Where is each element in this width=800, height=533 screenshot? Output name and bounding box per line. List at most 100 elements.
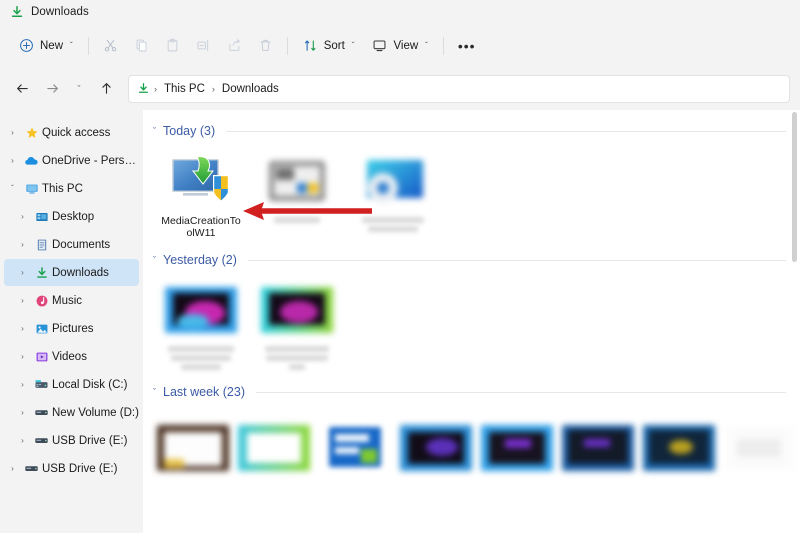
sidebar-item-quick-access[interactable]: › Quick access: [4, 119, 139, 146]
breadcrumb[interactable]: › This PC › Downloads: [128, 74, 790, 103]
sort-button-label: Sort: [323, 39, 345, 52]
more-options-button[interactable]: •••: [450, 31, 484, 60]
sidebar-item-music[interactable]: › Music: [4, 287, 139, 314]
breadcrumb-this-pc[interactable]: This PC: [161, 82, 208, 96]
expand-chevron-icon[interactable]: ›: [14, 352, 31, 361]
chevron-down-icon[interactable]: ˇ: [153, 387, 156, 397]
delete-button[interactable]: [250, 31, 281, 60]
arrow-right-icon: [46, 84, 58, 93]
collapse-chevron-icon[interactable]: ˇ: [4, 184, 21, 193]
file-tile-blurred-1[interactable]: [249, 144, 345, 239]
toolbar-divider-3: [442, 36, 444, 55]
vertical-scrollbar[interactable]: [789, 110, 800, 533]
file-tile-blurred-12[interactable]: [719, 411, 800, 484]
sidebar-item-usb-drive-e-root[interactable]: › USB Drive (E:): [4, 455, 139, 482]
breadcrumb-downloads[interactable]: Downloads: [219, 82, 282, 96]
view-button[interactable]: View ˇ: [363, 31, 436, 60]
blurred-thumbnail-brown: [155, 417, 231, 479]
sidebar-item-pictures[interactable]: › Pictures: [4, 315, 139, 342]
blurred-thumbnail-navy-yellow: [641, 417, 717, 479]
media-creation-tool-icon: [163, 150, 239, 212]
file-tile-label-blurred: [355, 217, 431, 232]
expand-chevron-icon[interactable]: ›: [14, 324, 31, 333]
rename-button[interactable]: [188, 31, 219, 60]
sidebar-item-videos[interactable]: › Videos: [4, 343, 139, 370]
arrow-left-icon: [16, 84, 28, 93]
sidebar-item-downloads[interactable]: › Downloads: [4, 259, 139, 286]
blurred-thumbnail-green-video: [259, 279, 335, 341]
expand-chevron-icon[interactable]: ›: [14, 436, 31, 445]
sidebar-item-label: Local Disk (C:): [52, 378, 128, 391]
group-divider: [247, 259, 786, 261]
sidebar-item-label: Music: [52, 294, 83, 307]
downloads-arrow-icon: [137, 82, 150, 95]
file-tile-blurred-11[interactable]: [638, 411, 719, 484]
sidebar-item-new-volume-d[interactable]: › New Volume (D:): [4, 399, 139, 426]
file-tile-blurred-7[interactable]: [315, 411, 396, 484]
expand-chevron-icon[interactable]: ›: [14, 408, 31, 417]
group-header-label: Today (3): [163, 124, 216, 138]
file-tile-blurred-9[interactable]: [477, 411, 558, 484]
forward-button[interactable]: [38, 75, 66, 103]
share-button[interactable]: [219, 31, 250, 60]
music-icon: [31, 294, 52, 308]
cut-button[interactable]: [95, 31, 126, 60]
up-button[interactable]: [92, 75, 120, 103]
view-button-label: View: [393, 39, 419, 52]
back-button[interactable]: [8, 75, 36, 103]
title-bar: Downloads: [0, 0, 800, 24]
expand-chevron-icon[interactable]: ›: [14, 380, 31, 389]
sidebar-item-label: Quick access: [42, 126, 111, 139]
group-header-today[interactable]: ˇ Today (3): [143, 118, 800, 144]
videos-icon: [31, 350, 52, 364]
file-tile-blurred-5[interactable]: [153, 411, 234, 484]
expand-chevron-icon[interactable]: ›: [14, 212, 31, 221]
ellipsis-icon: •••: [457, 37, 476, 54]
chevron-down-icon[interactable]: ˇ: [153, 255, 156, 265]
downloads-icon: [31, 266, 52, 280]
sidebar-item-label: USB Drive (E:): [42, 462, 118, 475]
sidebar-item-local-disk-c[interactable]: › Local Disk (C:): [4, 371, 139, 398]
sidebar-item-label: Videos: [52, 350, 87, 363]
expand-chevron-icon[interactable]: ›: [4, 156, 21, 165]
expand-chevron-icon[interactable]: ›: [14, 240, 31, 249]
blurred-thumbnail-cyangreen: [236, 417, 312, 479]
file-explorer-window: Downloads New ˇ Sort ˇ View ˇ ••• ˇ › Th…: [0, 0, 800, 533]
file-tile-blurred-4[interactable]: [249, 273, 345, 370]
sort-button[interactable]: Sort ˇ: [294, 31, 364, 60]
paste-button[interactable]: [157, 31, 188, 60]
file-tile-blurred-2[interactable]: [345, 144, 441, 239]
group-items-last-week: [143, 405, 800, 484]
file-tile-blurred-8[interactable]: [396, 411, 477, 484]
group-items-today: MediaCreationToolW11: [143, 144, 800, 239]
system-drive-icon: [31, 377, 52, 392]
sidebar-item-desktop[interactable]: › Desktop: [4, 203, 139, 230]
file-tile-mediacreationtool[interactable]: MediaCreationToolW11: [153, 144, 249, 239]
sidebar-item-this-pc[interactable]: ˇ This PC: [4, 175, 139, 202]
group-header-last-week[interactable]: ˇ Last week (23): [143, 379, 800, 405]
expand-chevron-icon[interactable]: ›: [4, 464, 21, 473]
file-tile-label-blurred: [259, 346, 335, 370]
expand-chevron-icon[interactable]: ›: [14, 268, 31, 277]
scrollbar-thumb[interactable]: [792, 112, 797, 262]
group-header-yesterday[interactable]: ˇ Yesterday (2): [143, 247, 800, 273]
sidebar-item-label: Desktop: [52, 210, 95, 223]
chevron-down-icon: ˇ: [425, 41, 428, 50]
trash-icon: [258, 38, 273, 53]
new-button[interactable]: New ˇ: [10, 31, 82, 60]
copy-button[interactable]: [126, 31, 157, 60]
items-view[interactable]: ˇ Today (3) MediaCreationToolW11 ˇ Yeste…: [143, 110, 800, 533]
file-tile-blurred-3[interactable]: [153, 273, 249, 370]
group-divider: [255, 391, 786, 393]
file-tile-blurred-10[interactable]: [557, 411, 638, 484]
recent-locations-button[interactable]: ˇ: [68, 75, 90, 103]
documents-icon: [31, 238, 52, 252]
chevron-down-icon[interactable]: ˇ: [153, 126, 156, 136]
sidebar-item-onedrive[interactable]: › OneDrive - Personal: [4, 147, 139, 174]
sidebar-item-label: Pictures: [52, 322, 94, 335]
expand-chevron-icon[interactable]: ›: [14, 296, 31, 305]
expand-chevron-icon[interactable]: ›: [4, 128, 21, 137]
file-tile-blurred-6[interactable]: [234, 411, 315, 484]
sidebar-item-usb-drive-e-child[interactable]: › USB Drive (E:): [4, 427, 139, 454]
sidebar-item-documents[interactable]: › Documents: [4, 231, 139, 258]
